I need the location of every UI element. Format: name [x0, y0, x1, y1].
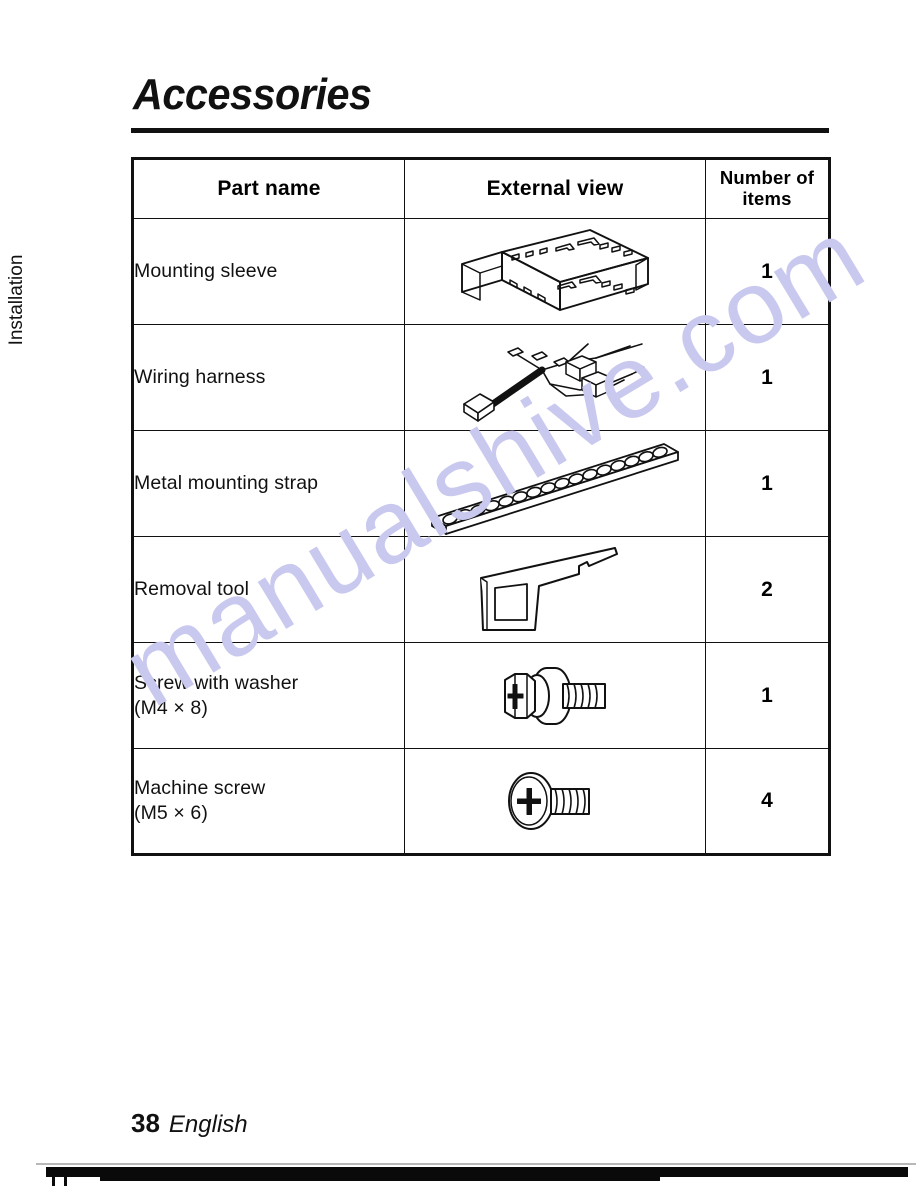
column-header-number-line1: Number of: [719, 167, 815, 189]
part-name-cell: Metal mounting strap: [132, 430, 405, 537]
illustration-wrapper: [405, 758, 705, 844]
removal-tool-illustration: [480, 546, 618, 631]
column-header-number-line2: items: [742, 188, 792, 209]
table-body: Mounting sleeve 1 Wiring harness 1 Metal…: [132, 218, 830, 855]
external-view-cell: [404, 430, 706, 537]
wiring-harness-illustration: [463, 342, 646, 422]
section-side-tab-label: Installation: [6, 254, 27, 346]
part-name-cell: Wiring harness: [132, 324, 405, 431]
part-name-spec: (M5 × 6): [134, 802, 208, 824]
scan-edge-tick: [64, 1172, 67, 1186]
screw-with-washer-illustration: [504, 666, 606, 725]
part-name-text: Removal tool: [134, 578, 250, 601]
quantity-cell: 2: [705, 536, 830, 643]
external-view-cell: [404, 218, 706, 325]
table-row: Metal mounting strap 1: [132, 430, 830, 537]
mounting-sleeve-illustration: [461, 228, 649, 311]
external-view-cell: [404, 748, 706, 855]
illustration-wrapper: [405, 432, 705, 536]
table-row: Mounting sleeve 1: [132, 218, 830, 325]
page-title: Accessories: [133, 70, 372, 119]
table-row: Screw with washer (M4 × 8) 1: [132, 642, 830, 749]
part-name-text: Machine screw: [134, 777, 266, 800]
part-name-text: Screw with washer: [134, 671, 299, 694]
page-footer: 38 English: [131, 1108, 248, 1139]
part-name-text: Metal mounting strap: [134, 472, 319, 495]
part-name-cell: Screw with washer (M4 × 8): [132, 642, 405, 749]
manual-page: manualshive.com Accessories Installation…: [0, 0, 918, 1188]
scan-edge-tick: [52, 1172, 55, 1186]
section-side-tab: Installation: [0, 180, 34, 420]
illustration-wrapper: [405, 332, 705, 424]
footer-language: English: [168, 1111, 248, 1138]
illustration-wrapper: [405, 224, 705, 320]
table-row: Removal tool 2: [132, 536, 830, 643]
accessories-table: Part name External view Number of items …: [131, 157, 831, 856]
external-view-cell: [404, 536, 706, 643]
scan-edge-band: [46, 1167, 908, 1177]
quantity-cell: 4: [705, 748, 830, 855]
machine-screw-illustration: [508, 772, 590, 830]
quantity-cell: 1: [705, 642, 830, 749]
illustration-wrapper: [405, 650, 705, 742]
column-header-external-view: External view: [404, 158, 706, 219]
metal-mounting-strap-illustration: [431, 442, 679, 535]
part-name-cell: Machine screw (M5 × 6): [132, 748, 405, 855]
table-row: Wiring harness 1: [132, 324, 830, 431]
scan-edge-smear: [100, 1177, 660, 1181]
table-row: Machine screw (M5 × 6) 4: [132, 748, 830, 855]
scan-edge-line: [36, 1163, 916, 1165]
column-header-number-of-items: Number of items: [705, 158, 830, 219]
quantity-cell: 1: [705, 324, 830, 431]
part-name-cell: Removal tool: [132, 536, 405, 643]
part-name-cell: Mounting sleeve: [132, 218, 405, 325]
table-header: Part name External view Number of items: [132, 158, 830, 219]
footer-page-number: 38: [131, 1108, 160, 1138]
external-view-cell: [404, 642, 706, 749]
illustration-wrapper: [405, 542, 705, 638]
quantity-cell: 1: [705, 218, 830, 325]
part-name-spec: (M4 × 8): [134, 696, 208, 719]
part-name-text: Mounting sleeve: [134, 260, 278, 283]
external-view-cell: [404, 324, 706, 431]
quantity-cell: 1: [705, 430, 830, 537]
part-name-text: Wiring harness: [134, 366, 266, 389]
column-header-part-name: Part name: [132, 158, 405, 219]
title-underline-rule: [131, 128, 829, 133]
table-header-row: Part name External view Number of items: [132, 158, 830, 219]
